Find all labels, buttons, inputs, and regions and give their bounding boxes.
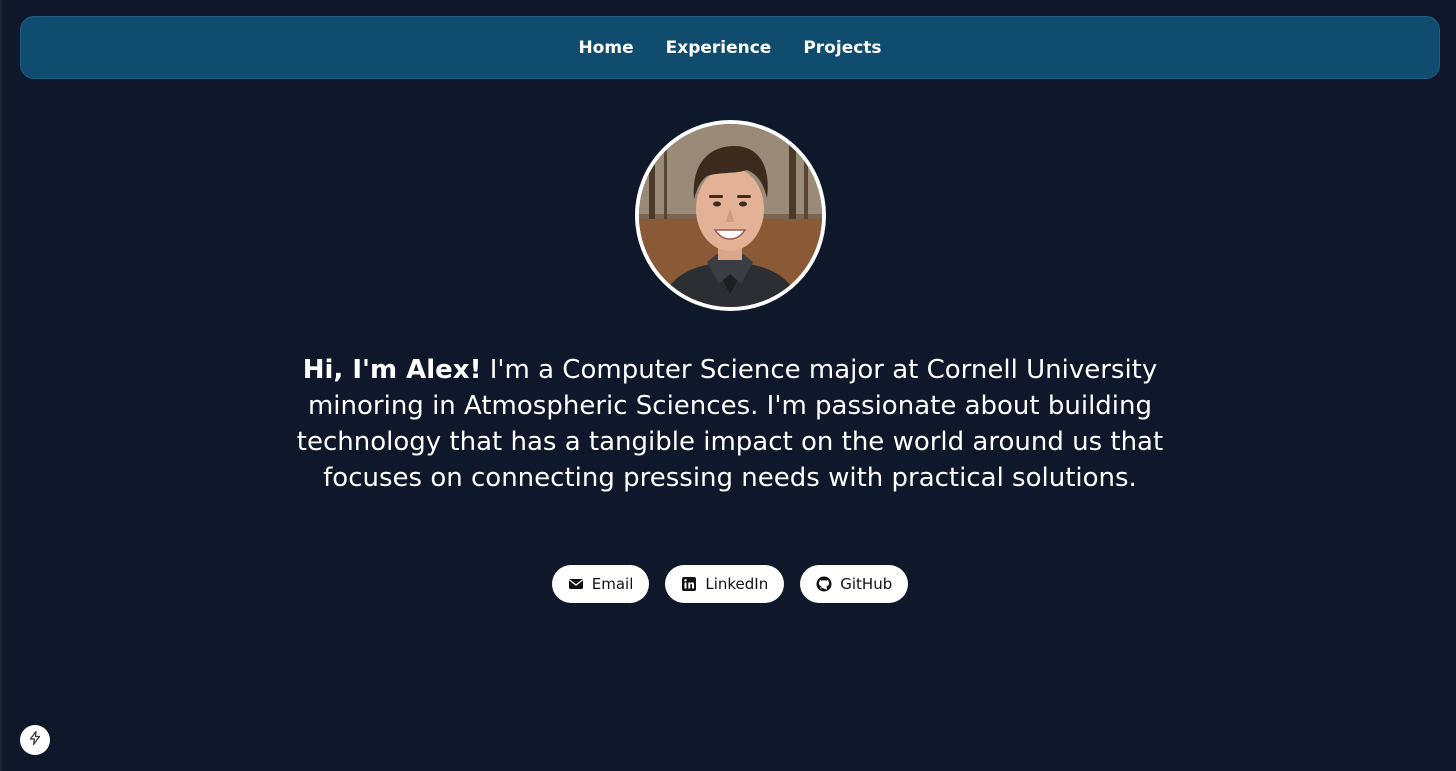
nav-link-home[interactable]: Home [578,38,633,58]
linkedin-icon [681,576,697,592]
github-button[interactable]: GitHub [800,565,909,603]
page: Home Experience Projects Hi, I'm Alex! I… [0,0,1456,771]
nav-link-experience[interactable]: Experience [666,38,772,58]
top-navbar: Home Experience Projects [20,16,1440,79]
github-button-label: GitHub [840,575,893,593]
lightning-icon [27,730,43,751]
email-button-label: Email [591,575,634,593]
linkedin-button-label: LinkedIn [705,575,769,593]
profile-avatar [635,120,826,311]
profile-photo [639,124,822,307]
linkedin-button[interactable]: LinkedIn [665,565,785,603]
envelope-icon [568,576,584,592]
intro-paragraph: Hi, I'm Alex! I'm a Computer Science maj… [280,352,1180,496]
github-icon [816,576,832,592]
dev-tools-badge[interactable] [20,725,50,755]
nav-link-projects[interactable]: Projects [803,38,881,58]
email-button[interactable]: Email [551,565,650,603]
social-links: Email LinkedIn GitHub [2,565,1456,603]
intro-name: Hi, I'm Alex! [302,355,482,385]
